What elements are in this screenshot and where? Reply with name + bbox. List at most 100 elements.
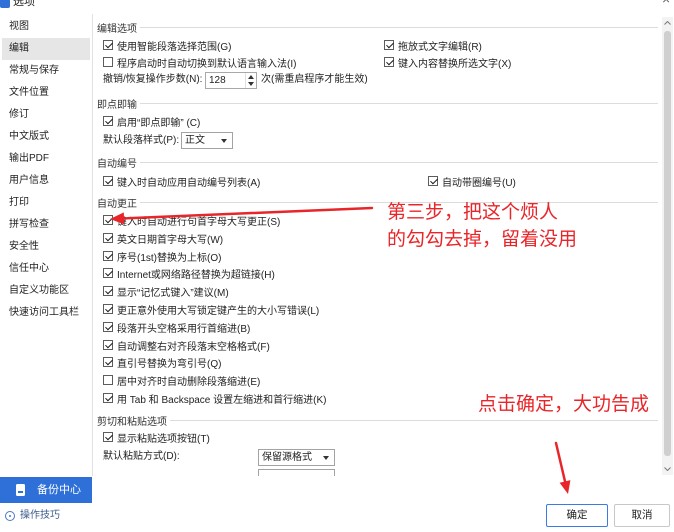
sidebar-nav: 视图 编辑 常规与保存 文件位置 修订 中文版式 输出PDF 用户信息 打印 拼… <box>2 16 90 324</box>
checkbox-label: 显示粘贴选项按钮(T) <box>117 433 210 445</box>
undo-steps-label: 撤销/恢复操作步数(N): <box>103 74 203 85</box>
section-title: 编辑选项 <box>97 23 137 35</box>
stepper-buttons[interactable] <box>245 73 256 88</box>
options-content-inner: 编辑选项 使用智能段落选择范围(G) 拖放式文字编辑(R) 程序启动时自动切换到… <box>93 14 661 476</box>
sidebar-item-general-save[interactable]: 常规与保存 <box>2 60 90 82</box>
undo-steps-value[interactable]: 128 <box>209 73 226 88</box>
vertical-scrollbar[interactable] <box>662 17 673 475</box>
checkbox-box[interactable] <box>103 340 113 350</box>
auto-circled-numbering-checkbox[interactable]: 自动带圈编号(U) <box>428 173 516 189</box>
sidebar-item-trust-center[interactable]: 信任中心 <box>2 258 90 280</box>
sidebar-item-spell-check[interactable]: 拼写检查 <box>2 214 90 236</box>
sidebar-item-security[interactable]: 安全性 <box>2 236 90 258</box>
default-paste-mode-select[interactable]: 保留源格式 <box>258 449 335 466</box>
section-divider <box>140 201 658 203</box>
autocorrect-ordinal-superscript-checkbox[interactable]: 序号(1st)替换为上标(O) <box>103 248 221 264</box>
checkbox-box[interactable] <box>103 286 113 296</box>
checkbox-label: 英文日期首字母大写(W) <box>117 234 224 246</box>
sidebar-item-edit[interactable]: 编辑 <box>2 38 90 60</box>
auto-switch-ime-checkbox[interactable]: 程序启动时自动切换到默认语言输入法(I) <box>103 54 296 70</box>
checkbox-box[interactable] <box>103 357 113 367</box>
sidebar-item-customize-ribbon[interactable]: 自定义功能区 <box>2 280 90 302</box>
auto-numbered-list-checkbox[interactable]: 键入时自动应用自动编号列表(A) <box>103 173 260 189</box>
checkbox-box[interactable] <box>384 40 394 50</box>
autocorrect-caps-lock-checkbox[interactable]: 更正意外使用大写锁定键产生的大小写错误(L) <box>103 301 319 317</box>
autocorrect-autocomplete-suggestion-checkbox[interactable]: 显示“记忆式键入”建议(M) <box>103 283 229 299</box>
checkbox-box[interactable] <box>103 116 113 126</box>
drag-drop-editing-checkbox[interactable]: 拖放式文字编辑(R) <box>384 37 482 53</box>
section-header-edit-options: 编辑选项 <box>97 19 658 35</box>
section-header-click-and-type: 即点即输 <box>97 95 658 111</box>
typing-replaces-selection-checkbox[interactable]: 键入内容替换所选文字(X) <box>384 54 511 70</box>
checkbox-label: 使用智能段落选择范围(G) <box>117 41 232 53</box>
scrollbar-thumb[interactable] <box>664 31 671 456</box>
select-value: 正文 <box>185 135 205 146</box>
default-paste-mode-label: 默认粘贴方式(D): <box>103 451 180 462</box>
undo-steps-stepper[interactable]: 128 <box>205 72 257 89</box>
autocorrect-center-remove-indent-checkbox[interactable]: 居中对齐时自动删除段落缩进(E) <box>103 372 260 388</box>
chevron-down-icon <box>323 456 329 460</box>
sidebar-item-print[interactable]: 打印 <box>2 192 90 214</box>
sidebar-item-export-pdf[interactable]: 输出PDF <box>2 148 90 170</box>
clipped-next-select[interactable] <box>258 469 335 476</box>
autocorrect-english-date-capitalize-checkbox[interactable]: 英文日期首字母大写(W) <box>103 230 223 246</box>
checkbox-box[interactable] <box>103 432 113 442</box>
autocorrect-tab-backspace-indent-checkbox[interactable]: 用 Tab 和 Backspace 设置左缩进和首行缩进(K) <box>103 390 326 406</box>
checkbox-box[interactable] <box>103 57 113 67</box>
checkbox-label: 段落开头空格采用行首缩进(B) <box>117 323 251 335</box>
cancel-button[interactable]: 取消 <box>614 504 670 527</box>
checkbox-box[interactable] <box>103 304 113 314</box>
sidebar-item-user-info[interactable]: 用户信息 <box>2 170 90 192</box>
sidebar-item-view[interactable]: 视图 <box>2 16 90 38</box>
checkbox-box[interactable] <box>428 176 438 186</box>
sidebar-item-file-location[interactable]: 文件位置 <box>2 82 90 104</box>
section-title: 剪切和粘贴选项 <box>97 416 167 428</box>
select-value: 保留源格式 <box>262 452 312 463</box>
autocorrect-leading-space-indent-checkbox[interactable]: 段落开头空格采用行首缩进(B) <box>103 319 250 335</box>
sidebar-item-chinese-layout[interactable]: 中文版式 <box>2 126 90 148</box>
checkbox-label: 键入内容替换所选文字(X) <box>398 58 512 70</box>
ok-button[interactable]: 确定 <box>546 504 608 527</box>
tips-label: 操作技巧 <box>20 510 60 521</box>
autocorrect-hyperlink-checkbox[interactable]: Internet或网络路径替换为超链接(H) <box>103 265 275 281</box>
section-divider <box>140 26 658 28</box>
sidebar-item-quick-access-toolbar[interactable]: 快速访问工具栏 <box>2 302 90 324</box>
arrow-head <box>559 480 571 494</box>
lightbulb-icon <box>5 511 15 521</box>
sidebar-item-revision[interactable]: 修订 <box>2 104 90 126</box>
tips-link[interactable]: 操作技巧 <box>5 508 75 524</box>
section-title: 自动更正 <box>97 198 137 210</box>
checkbox-box[interactable] <box>384 57 394 67</box>
checkbox-box[interactable] <box>103 393 113 403</box>
enable-click-and-type-checkbox[interactable]: 启用“即点即输” (C) <box>103 113 200 129</box>
smart-paragraph-selection-checkbox[interactable]: 使用智能段落选择范围(G) <box>103 37 231 53</box>
close-icon[interactable]: × <box>662 0 670 6</box>
autocorrect-smart-quotes-checkbox[interactable]: 直引号替换为弯引号(Q) <box>103 354 221 370</box>
chevron-down-icon[interactable] <box>664 467 671 471</box>
autocorrect-capitalize-sentence-checkbox[interactable]: 键入时自动进行句首字母大写更正(S) <box>103 212 280 228</box>
section-divider <box>140 161 658 163</box>
section-title: 自动编号 <box>97 158 137 170</box>
autocorrect-right-align-space-checkbox[interactable]: 自动调整右对齐段落末空格格式(F) <box>103 337 270 353</box>
chevron-up-icon[interactable] <box>664 21 671 25</box>
checkbox-box[interactable] <box>103 268 113 278</box>
checkbox-box[interactable] <box>103 176 113 186</box>
backup-icon <box>16 484 25 496</box>
checkbox-box[interactable] <box>103 322 113 332</box>
backup-center-button[interactable]: 备份中心 <box>0 477 92 503</box>
checkbox-label: 程序启动时自动切换到默认语言输入法(I) <box>117 58 297 70</box>
checkbox-label: 直引号替换为弯引号(Q) <box>117 358 222 370</box>
triangle-down-icon[interactable] <box>248 82 254 86</box>
checkbox-box[interactable] <box>103 375 113 385</box>
default-paragraph-style-select[interactable]: 正文 <box>181 132 233 149</box>
undo-steps-suffix: 次(需重启程序才能生效) <box>261 74 368 85</box>
section-title: 即点即输 <box>97 99 137 111</box>
checkbox-box[interactable] <box>103 40 113 50</box>
show-paste-options-button-checkbox[interactable]: 显示粘贴选项按钮(T) <box>103 429 210 445</box>
checkbox-box[interactable] <box>103 215 113 225</box>
checkbox-box[interactable] <box>103 233 113 243</box>
checkbox-label: 启用“即点即输” (C) <box>117 117 201 129</box>
section-header-auto-numbering: 自动编号 <box>97 154 658 170</box>
checkbox-box[interactable] <box>103 251 113 261</box>
triangle-up-icon[interactable] <box>248 75 254 79</box>
